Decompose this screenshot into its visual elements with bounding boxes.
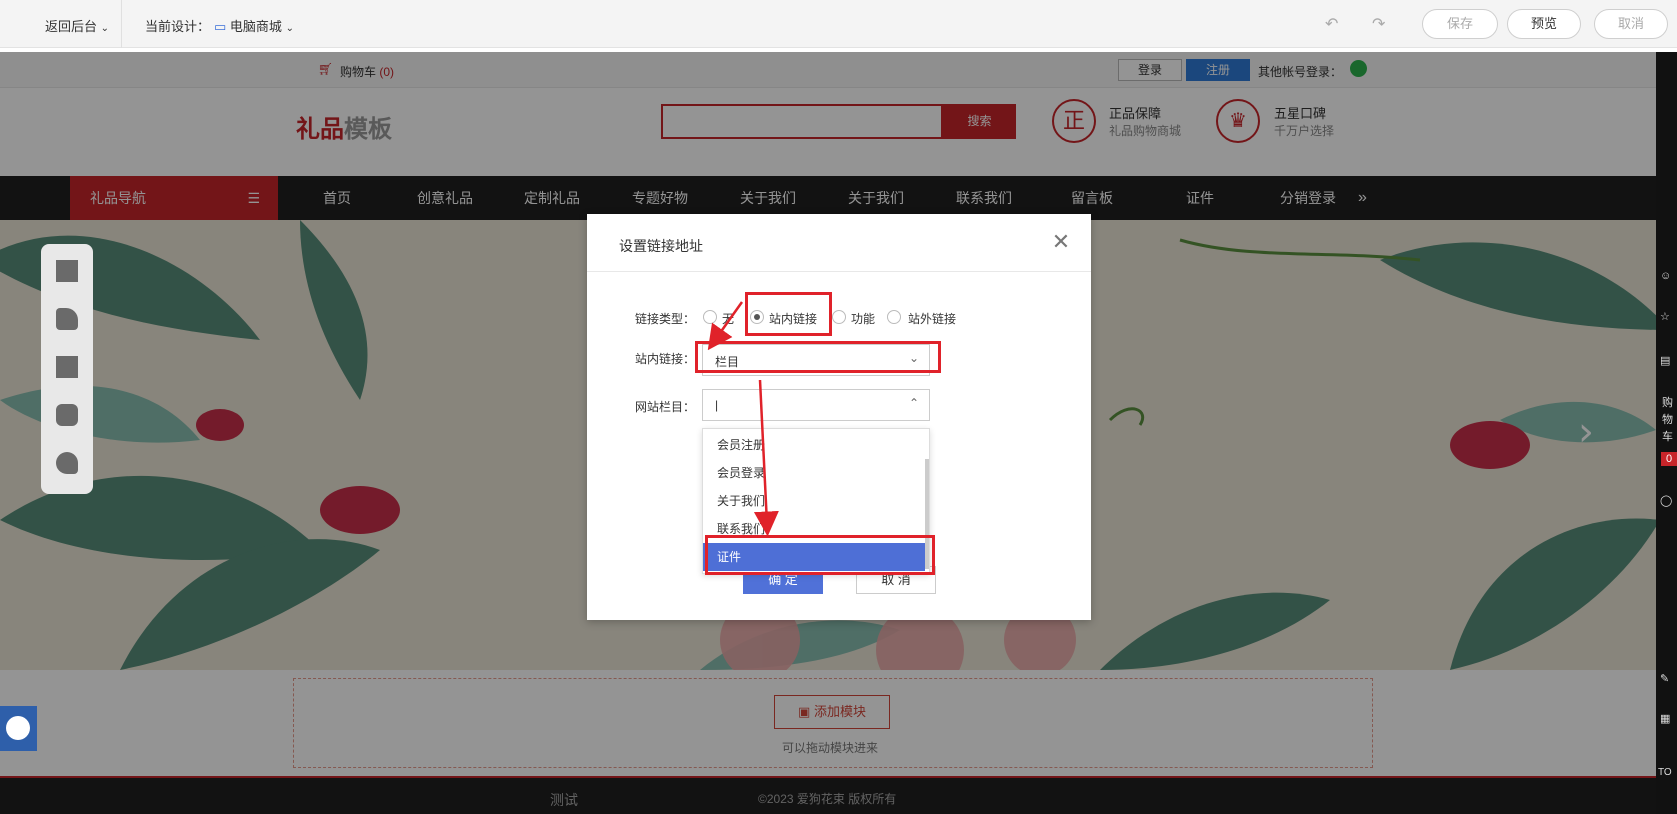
right-sidebar: ☺ ☆ ▤ 购 物 车 0 ◯ ✎ ▦ TO	[1656, 52, 1677, 814]
link-settings-dialog: 设置链接地址 ✕ 链接类型： 无 站内链接 功能 站外链接 站内链接： 栏目 ⌄…	[587, 214, 1091, 620]
layers-icon[interactable]	[56, 260, 78, 282]
message-icon[interactable]: ▤	[1660, 354, 1670, 367]
cancel-button[interactable]: 取消	[1594, 9, 1668, 39]
assistant-float-button[interactable]	[0, 706, 37, 751]
chevron-down-icon: ⌄	[100, 23, 110, 34]
chevron-down-icon: ⌄	[285, 23, 294, 34]
design-selector-label: 电脑商城	[229, 19, 282, 34]
qr-icon[interactable]: ▦	[1660, 712, 1670, 725]
hexagon-icon[interactable]	[56, 404, 78, 426]
cart-count-badge: 0	[1661, 452, 1677, 466]
monitor-icon: ▭	[214, 19, 227, 34]
annotation-arrows	[707, 301, 779, 537]
left-tool-panel	[41, 244, 93, 494]
cart-label-3: 车	[1662, 431, 1673, 443]
redo-icon[interactable]: ↷	[1372, 14, 1385, 34]
cart-label-2: 物	[1662, 414, 1673, 426]
back-to-top-button[interactable]: TO	[1658, 767, 1672, 778]
star-icon[interactable]: ☆	[1660, 310, 1670, 323]
undo-icon[interactable]: ↶	[1325, 14, 1338, 34]
user-icon[interactable]: ☺	[1660, 270, 1671, 282]
rocket-icon[interactable]	[56, 452, 78, 474]
back-label: 返回后台	[45, 19, 98, 34]
assistant-icon	[6, 716, 30, 740]
design-selector[interactable]: ▭ 电脑商城 ⌄	[214, 16, 294, 35]
edit-icon[interactable]: ✎	[1660, 672, 1669, 685]
preview-button[interactable]: 预览	[1507, 9, 1581, 39]
editor-topbar: 返回后台 ⌄ 当前设计： ▭ 电脑商城 ⌄ ↶ ↷ 保存 预览 取消	[0, 0, 1677, 48]
divider	[121, 0, 122, 48]
save-button[interactable]: 保存	[1422, 9, 1498, 39]
cart-label-1: 购	[1662, 397, 1673, 409]
layout-icon[interactable]	[56, 356, 78, 378]
brush-icon[interactable]	[56, 308, 78, 330]
current-design-label: 当前设计：	[145, 19, 211, 34]
back-to-admin-button[interactable]: 返回后台 ⌄	[45, 16, 109, 35]
chat-icon[interactable]: ◯	[1660, 494, 1672, 507]
